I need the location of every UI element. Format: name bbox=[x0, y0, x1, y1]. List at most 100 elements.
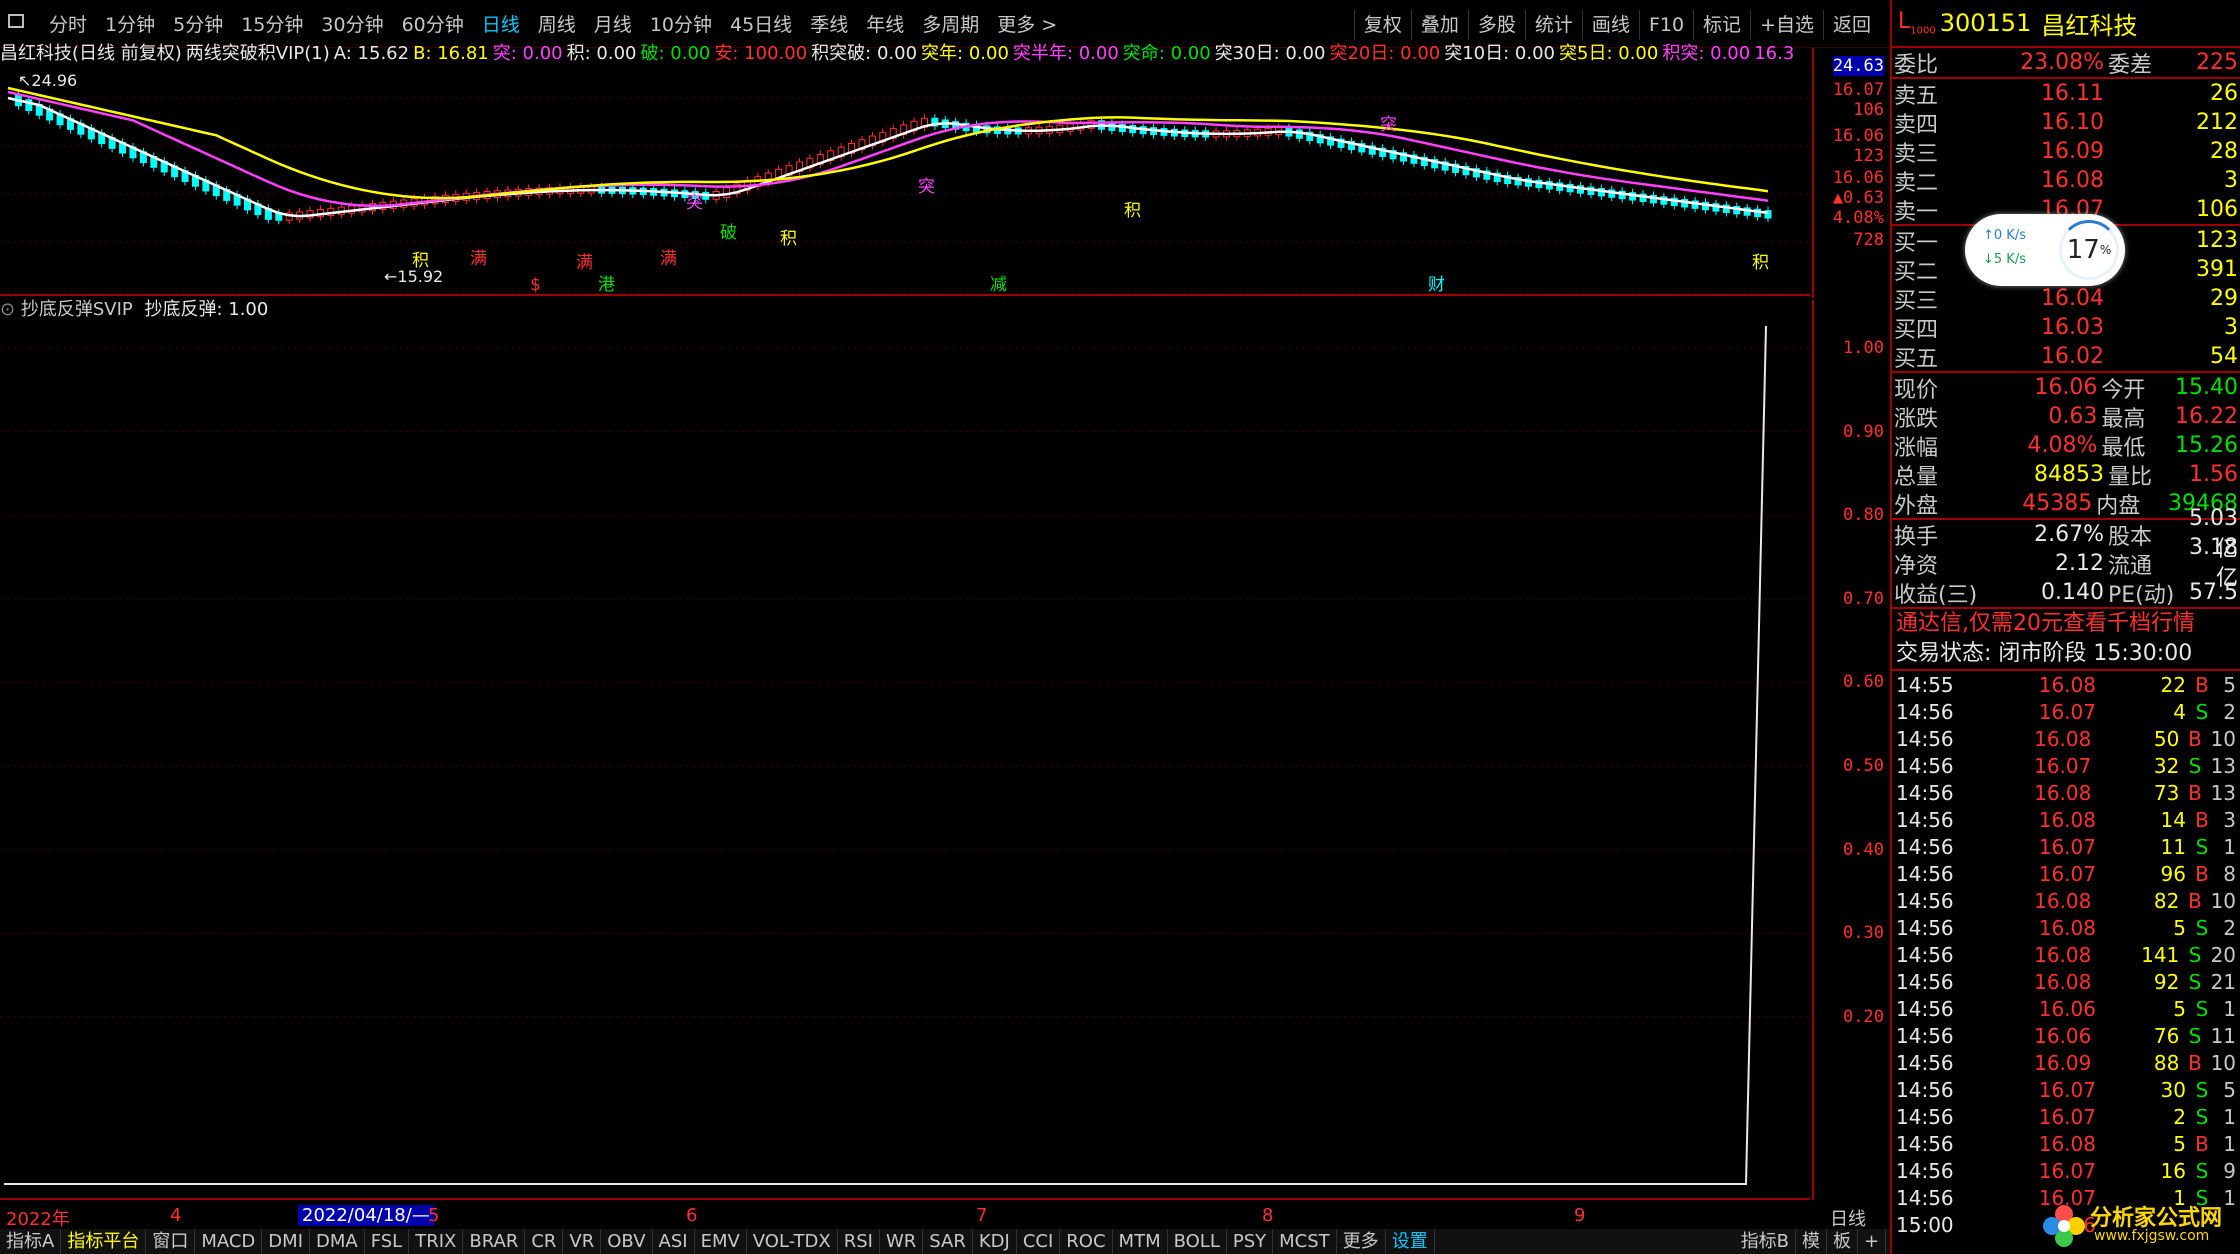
indicator-tab-24[interactable]: MCST bbox=[1273, 1229, 1337, 1254]
main-candlestick-chart[interactable]: 积满满满突破积突积突积 $ 港减财 ↖24.96 ←15.92 bbox=[0, 68, 1810, 296]
promo-banner[interactable]: 通达信,仅需20元查看千档行情 bbox=[1892, 609, 2240, 639]
sub-axis-label-2: 0.80 bbox=[1843, 505, 1884, 526]
indicator-tab-12[interactable]: ASI bbox=[653, 1229, 695, 1254]
period-tab-10[interactable]: 45日线 bbox=[721, 10, 801, 40]
indicator-tab-8[interactable]: BRAR bbox=[463, 1229, 526, 1254]
indicator-tab-9[interactable]: CR bbox=[525, 1229, 564, 1254]
period-tab-8[interactable]: 月线 bbox=[585, 10, 641, 40]
tool-button-1[interactable]: 叠加 bbox=[1410, 10, 1468, 40]
tick-count: 13 bbox=[2210, 753, 2237, 778]
indicator-tab-20[interactable]: ROC bbox=[1060, 1229, 1113, 1254]
order-price: 16.08 bbox=[2041, 168, 2104, 193]
indicator-tab-21[interactable]: MTM bbox=[1113, 1229, 1168, 1254]
info-item-14: 突10日: 0.00 bbox=[1444, 43, 1556, 64]
date-label-month-7: 7 bbox=[976, 1205, 988, 1226]
sell-row[interactable]: 卖三 16.09 28 bbox=[1892, 137, 2240, 167]
sell-row[interactable]: 卖五 16.11 26 bbox=[1892, 79, 2240, 109]
tick-volume: 30 bbox=[2160, 1077, 2186, 1102]
sub-indicator-toggle-icon[interactable]: ⊙ bbox=[0, 299, 15, 320]
tool-button-2[interactable]: 多股 bbox=[1467, 10, 1525, 40]
indicator-tab-18[interactable]: KDJ bbox=[973, 1229, 1017, 1254]
tick-volume: 92 bbox=[2153, 969, 2180, 994]
indicator-tab-30[interactable]: + bbox=[1858, 1229, 1887, 1254]
indicator-tab-1[interactable]: 指标平台 bbox=[61, 1229, 147, 1254]
period-tab-6[interactable]: 日线 bbox=[473, 10, 529, 40]
indicator-tab-0[interactable]: 指标A bbox=[0, 1229, 62, 1254]
indicator-tab-13[interactable]: EMV bbox=[695, 1229, 747, 1254]
period-tab-12[interactable]: 年线 bbox=[857, 10, 913, 40]
period-tab-11[interactable]: 季线 bbox=[801, 10, 857, 40]
tick-side: S bbox=[2195, 1158, 2209, 1183]
tick-volume: 5 bbox=[2173, 996, 2186, 1021]
order-volume: 3 bbox=[2224, 168, 2238, 193]
tick-list[interactable]: 14:55 16.08 22 B 5 14:56 16.07 4 S 2 14:56 16.08 50 B… bbox=[1892, 671, 2240, 1238]
tool-button-7[interactable]: +自选 bbox=[1750, 10, 1823, 40]
indicator-tab-4[interactable]: DMI bbox=[262, 1229, 310, 1254]
sell-row[interactable]: 卖四 16.10 212 bbox=[1892, 108, 2240, 138]
sub-axis-label-8: 0.20 bbox=[1843, 1006, 1884, 1027]
tick-side: S bbox=[2195, 996, 2209, 1021]
indicator-tab-3[interactable]: MACD bbox=[195, 1229, 263, 1254]
sell-row[interactable]: 卖二 16.08 3 bbox=[1892, 166, 2240, 196]
indicator-tab-26[interactable]: 设置 bbox=[1386, 1229, 1435, 1254]
period-tab-13[interactable]: 多周期 bbox=[913, 10, 988, 40]
indicator-tab-29[interactable]: 板 bbox=[1827, 1229, 1859, 1254]
period-indicator[interactable]: 日线 bbox=[1830, 1205, 1866, 1231]
indicator-tab-15[interactable]: RSI bbox=[838, 1229, 880, 1254]
info-item-7: 安: 100.00 bbox=[714, 43, 808, 64]
period-tab-9[interactable]: 10分钟 bbox=[641, 10, 721, 40]
indicator-tab-19[interactable]: CCI bbox=[1017, 1229, 1061, 1254]
stat-row: 涨幅 4.08% 最低 15.26 bbox=[1892, 431, 2240, 461]
buy-row[interactable]: 买三 16.04 29 bbox=[1892, 284, 2240, 314]
order-price: 16.04 bbox=[2041, 286, 2104, 311]
tool-button-5[interactable]: F10 bbox=[1638, 10, 1693, 40]
info-item-1[interactable]: 两线突破积VIP(1) bbox=[186, 43, 330, 64]
indicator-tab-27[interactable]: 指标B bbox=[1735, 1229, 1797, 1254]
indicator-tab-5[interactable]: DMA bbox=[310, 1229, 365, 1254]
indicator-tab-10[interactable]: VR bbox=[563, 1229, 602, 1254]
tool-button-3[interactable]: 统计 bbox=[1524, 10, 1582, 40]
period-tab-1[interactable]: 1分钟 bbox=[96, 10, 164, 40]
sub-axis-label-0: 1.00 bbox=[1843, 338, 1884, 358]
order-label: 买三 bbox=[1894, 288, 1939, 314]
tick-row: 14:56 16.08 14 B 3 bbox=[1892, 806, 2240, 833]
period-tab-4[interactable]: 30分钟 bbox=[312, 10, 392, 40]
indicator-tab-16[interactable]: WR bbox=[880, 1229, 924, 1254]
ma-line-magenta bbox=[7, 90, 1769, 208]
indicator-tab-22[interactable]: BOLL bbox=[1168, 1229, 1227, 1254]
buy-row[interactable]: 买五 16.02 54 bbox=[1892, 342, 2240, 372]
tick-price: 16.07 bbox=[2038, 1158, 2096, 1183]
tool-button-4[interactable]: 画线 bbox=[1581, 10, 1639, 40]
tool-button-0[interactable]: 复权 bbox=[1353, 10, 1411, 40]
indicator-tab-14[interactable]: VOL-TDX bbox=[747, 1229, 838, 1254]
tick-side: S bbox=[2195, 699, 2209, 724]
tick-time: 14:56 bbox=[1896, 834, 1954, 859]
indicator-tab-7[interactable]: TRIX bbox=[409, 1229, 464, 1254]
tick-row: 14:56 16.08 82 B 10 bbox=[1892, 887, 2240, 914]
period-tab-7[interactable]: 周线 bbox=[529, 10, 585, 40]
sub-indicator-name[interactable]: 抄底反弹SVIP bbox=[21, 299, 133, 320]
period-tab-2[interactable]: 5分钟 bbox=[164, 10, 232, 40]
period-tab-14[interactable]: 更多 > bbox=[988, 10, 1066, 40]
tick-price: 16.08 bbox=[2038, 672, 2096, 697]
indicator-tab-6[interactable]: FSL bbox=[365, 1229, 410, 1254]
tool-button-6[interactable]: 标记 bbox=[1693, 10, 1750, 40]
period-tab-0[interactable]: 分时 bbox=[40, 10, 96, 40]
indicator-tab-28[interactable]: 模 bbox=[1796, 1229, 1828, 1254]
stat-label: 内盘 bbox=[2096, 493, 2141, 519]
period-tab-3[interactable]: 15分钟 bbox=[232, 10, 312, 40]
tick-side: B bbox=[2188, 888, 2202, 913]
date-label-year: 2022年 bbox=[6, 1209, 70, 1230]
tool-button-8[interactable]: 返回 bbox=[1822, 10, 1880, 40]
window-menu-icon[interactable] bbox=[8, 14, 24, 28]
indicator-tab-17[interactable]: SAR bbox=[923, 1229, 973, 1254]
stat-value: 0.140 bbox=[2041, 580, 2104, 605]
network-speed-widget[interactable]: ↑0 K/s ↓5 K/s 17% bbox=[1965, 214, 2125, 286]
indicator-tab-25[interactable]: 更多 bbox=[1337, 1229, 1386, 1254]
indicator-tab-23[interactable]: PSY bbox=[1227, 1229, 1274, 1254]
buy-row[interactable]: 买四 16.03 3 bbox=[1892, 313, 2240, 343]
period-tab-5[interactable]: 60分钟 bbox=[393, 10, 473, 40]
indicator-tab-2[interactable]: 窗口 bbox=[146, 1229, 196, 1254]
sub-indicator-chart[interactable] bbox=[0, 324, 1810, 1200]
indicator-tab-11[interactable]: OBV bbox=[601, 1229, 653, 1254]
